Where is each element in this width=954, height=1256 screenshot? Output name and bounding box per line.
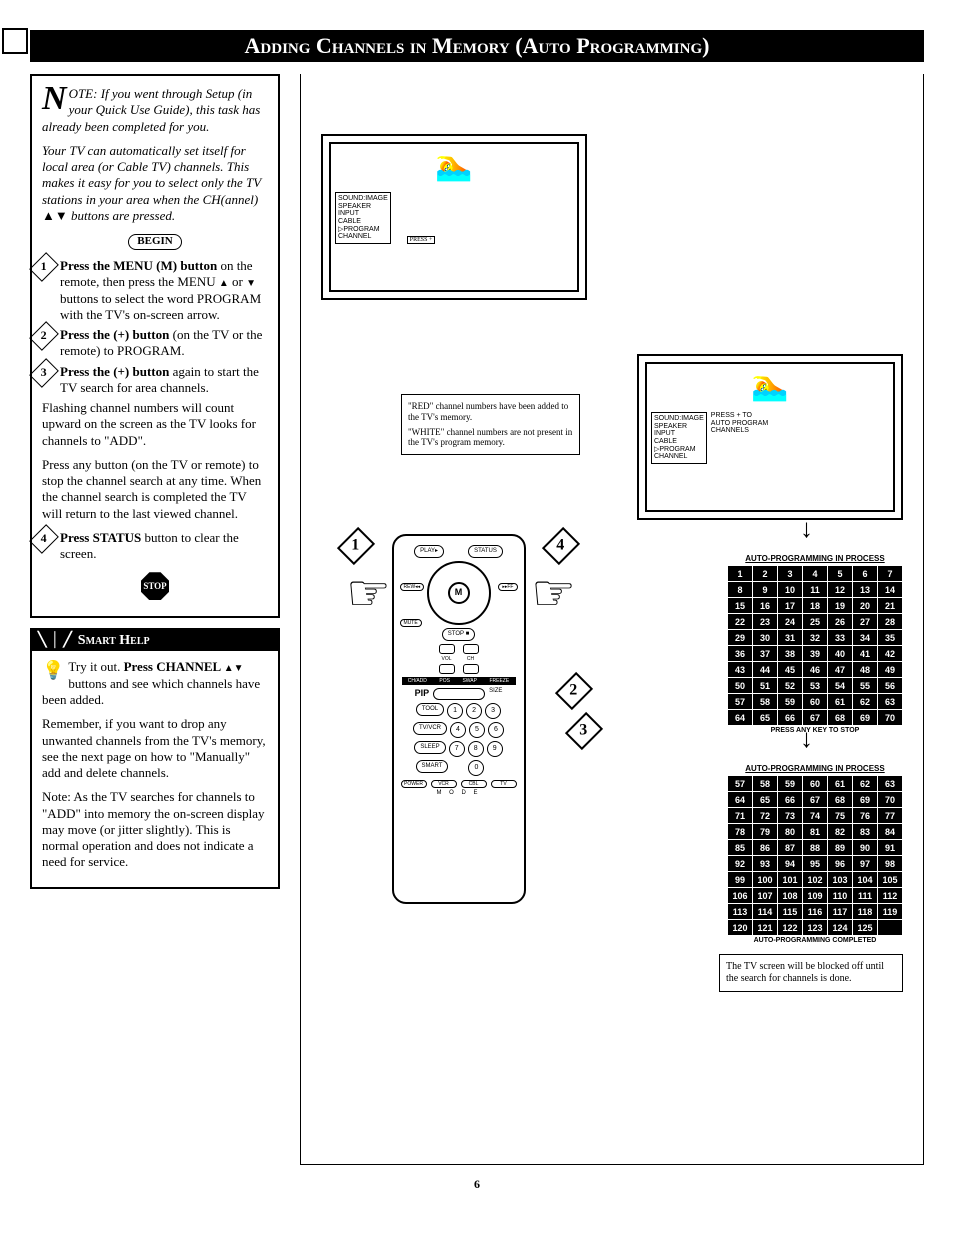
remote-sleep: SLEEP — [414, 741, 445, 754]
tv2-press-text: PRESS + TO AUTO PROGRAM CHANNELS — [711, 412, 768, 464]
hand-icon-left: ☜ — [346, 564, 391, 622]
stop-badge: STOP — [141, 572, 169, 600]
diagram-step-2: 2 — [555, 672, 593, 710]
page-number: 6 — [30, 1177, 924, 1192]
msg-line1: "RED" channel numbers have been added to… — [408, 401, 573, 423]
remote-pip-label: PIP — [415, 688, 430, 700]
memory-message-box: "RED" channel numbers have been added to… — [401, 394, 580, 455]
note-para2: Your TV can automatically set itself for… — [42, 143, 268, 224]
note-box: NOTE: If you went through Setup (in your… — [30, 74, 280, 618]
step-marker-4: 4 — [29, 524, 59, 554]
step-marker-3: 3 — [29, 358, 59, 388]
remote-ff-button: ▸▸FF — [498, 583, 517, 591]
remote-rew-button: REW◂◂ — [400, 583, 425, 591]
swimmer-icon-2: 🏊 — [710, 368, 830, 408]
remote-play-button: PLAY▸ — [414, 545, 444, 558]
remote-mute-button: MUTE — [400, 619, 422, 627]
step-marker-2: 2 — [29, 321, 59, 351]
remote-status-button: STATUS — [468, 545, 503, 558]
note-para3: Flashing channel numbers will count upwa… — [42, 400, 268, 449]
hand-icon-right: ☞ — [531, 564, 576, 622]
diagram-step-3: 3 — [565, 712, 603, 750]
step-3-text: Press the (+) button again to start the … — [60, 364, 268, 397]
remote-rocker-down — [439, 664, 455, 674]
diagram-step-1: 1 — [337, 527, 375, 565]
bulb-icon: 💡 — [42, 659, 64, 682]
step-1-text: Press the MENU (M) button on the remote,… — [60, 258, 268, 323]
remote-rocker-up — [439, 644, 455, 654]
right-column: 🏊 SOUND:IMAGE SPEAKER INPUT CABLE PROGRA… — [300, 74, 924, 1165]
remote-pip-strip: CH/ADDPOSSWAPFREEZE — [402, 677, 516, 685]
channel-grid-2: AUTO-PROGRAMMING IN PROCESS 575859606162… — [727, 764, 903, 944]
remote-power: POWER — [401, 780, 427, 788]
header-corner-box — [2, 28, 28, 54]
tv-screen-2: 🏊 SOUND:IMAGE SPEAKER INPUT CABLE PROGRA… — [637, 354, 903, 520]
arrow-down-icon-2: ↓ — [800, 724, 813, 754]
smart-help-box: ╲ │ ╱ Smart Help 💡Try it out. Press CHAN… — [30, 628, 280, 888]
remote-ch-down — [463, 664, 479, 674]
smart-p3: Note: As the TV searches for channels to… — [42, 789, 268, 870]
step-4-text: Press STATUS button to clear the screen. — [60, 530, 268, 563]
step-marker-1: 1 — [29, 252, 59, 282]
swimmer-icon: 🏊 — [394, 148, 514, 188]
note-para4: Press any button (on the TV or remote) t… — [42, 457, 268, 522]
press-plus-label: PRESS + — [407, 236, 436, 244]
smart-p1: 💡Try it out. Press CHANNEL ▲▼ buttons an… — [42, 659, 268, 708]
rays-icon: ╲ │ ╱ — [38, 632, 72, 649]
smart-help-header: ╲ │ ╱ Smart Help — [32, 630, 278, 651]
channel-grid-1: AUTO-PROGRAMMING IN PROCESS 123456789101… — [727, 554, 903, 734]
header-title: Adding Channels in Memory (Auto Programm… — [245, 33, 710, 58]
remote-ch-up — [463, 644, 479, 654]
remote-menu-button: M — [448, 582, 470, 604]
remote-pip-bar — [433, 688, 485, 700]
diagram-step-4: 4 — [542, 527, 580, 565]
final-note-box: The TV screen will be blocked off until … — [719, 954, 903, 992]
page-header: Adding Channels in Memory (Auto Programm… — [30, 30, 924, 62]
note-para1: OTE: If you went through Setup (in your … — [42, 86, 260, 134]
tv2-menu: SOUND:IMAGE SPEAKER INPUT CABLE PROGRAM … — [651, 412, 707, 464]
remote-smart: SMART — [416, 760, 449, 773]
left-column: NOTE: If you went through Setup (in your… — [30, 74, 280, 1165]
remote-mode-label: M O D E — [394, 790, 524, 796]
smart-p2: Remember, if you want to drop any unwant… — [42, 716, 268, 781]
remote-size-label: SIZE — [489, 688, 502, 700]
smart-help-title: Smart Help — [78, 633, 150, 649]
remote-nav-wheel: M — [427, 561, 491, 625]
remote-stop-button: STOP ■ — [442, 628, 475, 641]
begin-label: BEGIN — [128, 234, 181, 250]
step-2-text: Press the (+) button (on the TV or the r… — [60, 327, 268, 360]
remote-tool: TOOL — [416, 703, 444, 716]
tv-screen-1: 🏊 SOUND:IMAGE SPEAKER INPUT CABLE PROGRA… — [321, 134, 587, 300]
arrow-down-icon: ↓ — [800, 514, 813, 544]
msg-line2: "WHITE" channel numbers are not present … — [408, 427, 573, 449]
remote-illustration: PLAY▸ STATUS REW◂◂ ▸▸FF M MUTE STOP ■ — [376, 534, 541, 904]
remote-tvvcr: TV/VCR — [413, 722, 447, 735]
tv1-menu: SOUND:IMAGE SPEAKER INPUT CABLE PROGRAM … — [335, 192, 391, 244]
